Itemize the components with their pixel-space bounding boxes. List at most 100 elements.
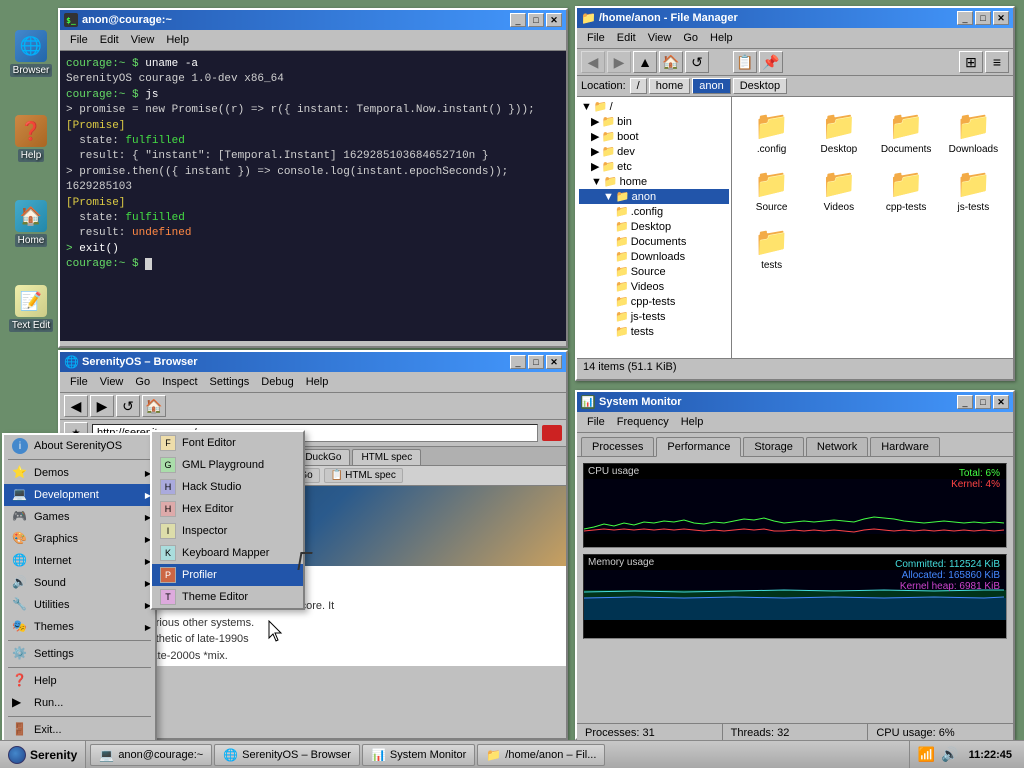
submenu-hack-studio[interactable]: H Hack Studio [152,476,303,498]
submenu-hex-editor[interactable]: H Hex Editor [152,498,303,520]
menu-demos[interactable]: ⭐ Demos [4,462,155,484]
file-icon-js-tests[interactable]: 📁 js-tests [942,163,1005,217]
filemgr-copy-btn[interactable]: 📋 [733,51,757,73]
menu-sound[interactable]: 🔊 Sound [4,572,155,594]
file-icon-documents[interactable]: 📁 Documents [875,105,938,159]
tree-anon[interactable]: ▼📁anon [579,189,729,204]
menu-help[interactable]: ❓ Help [4,670,155,692]
submenu-gml-playground[interactable]: G GML Playground [152,454,303,476]
browser-menu-help[interactable]: Help [300,374,335,390]
filemgr-icons-grid[interactable]: 📁 .config 📁 Desktop 📁 Documents 📁 Downlo… [732,97,1013,358]
taskbar-start-button[interactable]: Serenity [0,741,86,768]
submenu-font-editor[interactable]: F Font Editor [152,432,303,454]
filemgr-forward-btn[interactable]: ▶ [607,51,631,73]
filemgr-titlebar[interactable]: 📁 /home/anon - File Manager _ □ ✕ [577,8,1013,28]
filemgr-menu-edit[interactable]: Edit [611,30,642,46]
sysmon-tab-storage[interactable]: Storage [743,437,804,456]
filemgr-up-btn[interactable]: ▲ [633,51,657,73]
browser-reload-btn[interactable]: ↺ [116,395,140,417]
desktop-icon-textedit[interactable]: 📝 Text Edit [6,285,56,332]
terminal-titlebar[interactable]: $_ anon@courage:~ _ □ ✕ [60,10,566,30]
desktop-icon-help[interactable]: ❓ Help [6,115,56,162]
tree-boot[interactable]: ▶📁boot [579,129,729,144]
terminal-menu-help[interactable]: Help [160,32,195,48]
browser-menu-go[interactable]: Go [129,374,156,390]
browser-close-btn[interactable]: ✕ [546,355,562,369]
tree-videos[interactable]: 📁Videos [579,279,729,294]
browser-home-btn[interactable]: 🏠 [142,395,166,417]
menu-run[interactable]: ▶ Run... [4,692,155,714]
desktop-icon-home[interactable]: 🏠 Home [6,200,56,247]
filemgr-path-anon[interactable]: anon [692,78,730,94]
tray-network-icon[interactable]: 📶 [918,746,935,763]
terminal-maximize-btn[interactable]: □ [528,13,544,27]
file-icon-tests[interactable]: 📁 tests [740,221,803,275]
tree-tests[interactable]: 📁tests [579,324,729,339]
tree-source[interactable]: 📁Source [579,264,729,279]
file-icon-videos[interactable]: 📁 Videos [807,163,870,217]
tree-cpp-tests[interactable]: 📁cpp-tests [579,294,729,309]
terminal-menu-edit[interactable]: Edit [94,32,125,48]
sysmon-minimize-btn[interactable]: _ [957,395,973,409]
submenu-keyboard-mapper[interactable]: K Keyboard Mapper [152,542,303,564]
tree-home[interactable]: ▼📁home [579,174,729,189]
browser-menu-file[interactable]: File [64,374,94,390]
filemgr-home-btn[interactable]: 🏠 [659,51,683,73]
tree-js-tests[interactable]: 📁js-tests [579,309,729,324]
sysmon-maximize-btn[interactable]: □ [975,395,991,409]
menu-about[interactable]: i About SerenityOS [4,435,155,457]
browser-minimize-btn[interactable]: _ [510,355,526,369]
tree-config[interactable]: 📁.config [579,204,729,219]
filemgr-path-home[interactable]: home [649,78,691,94]
filemgr-menu-help[interactable]: Help [704,30,739,46]
browser-menu-view[interactable]: View [94,374,130,390]
menu-exit[interactable]: 🚪 Exit... [4,719,155,741]
file-icon-config[interactable]: 📁 .config [740,105,803,159]
sysmon-menu-help[interactable]: Help [675,414,710,430]
taskbar-item-browser[interactable]: 🌐 SerenityOS – Browser [214,744,360,766]
browser-titlebar[interactable]: 🌐 SerenityOS – Browser _ □ ✕ [60,352,566,372]
tree-desktop-folder[interactable]: 📁Desktop [579,219,729,234]
menu-graphics[interactable]: 🎨 Graphics [4,528,155,550]
menu-internet[interactable]: 🌐 Internet [4,550,155,572]
sysmon-tab-performance[interactable]: Performance [656,437,741,457]
filemgr-menu-go[interactable]: Go [677,30,704,46]
taskbar-item-filemgr[interactable]: 📁 /home/anon – Fil... [477,744,605,766]
file-icon-source[interactable]: 📁 Source [740,163,803,217]
terminal-menu-view[interactable]: View [125,32,161,48]
sysmon-titlebar[interactable]: 📊 System Monitor _ □ ✕ [577,392,1013,412]
filemgr-maximize-btn[interactable]: □ [975,11,991,25]
filemgr-back-btn[interactable]: ◀ [581,51,605,73]
tree-root[interactable]: ▼📁/ [579,99,729,114]
filemgr-close-btn[interactable]: ✕ [993,11,1009,25]
tree-dev[interactable]: ▶📁dev [579,144,729,159]
browser-forward-btn[interactable]: ▶ [90,395,114,417]
submenu-profiler[interactable]: P Profiler [152,564,303,586]
taskbar-item-sysmon[interactable]: 📊 System Monitor [362,744,475,766]
browser-menu-debug[interactable]: Debug [255,374,299,390]
sysmon-tab-network[interactable]: Network [806,437,868,456]
browser-back-btn[interactable]: ◀ [64,395,88,417]
desktop-icon-browser[interactable]: 🌐 Browser [6,30,56,77]
tray-volume-icon[interactable]: 🔊 [941,746,958,763]
sysmon-tab-processes[interactable]: Processes [581,437,654,456]
sysmon-tab-hardware[interactable]: Hardware [870,437,940,456]
filemgr-tree[interactable]: ▼📁/ ▶📁bin ▶📁boot ▶📁dev ▶📁etc ▼📁home ▼📁an… [577,97,732,358]
submenu-theme-editor[interactable]: T Theme Editor [152,586,303,608]
taskbar-item-terminal[interactable]: 💻 anon@courage:~ [90,744,212,766]
menu-games[interactable]: 🎮 Games [4,506,155,528]
terminal-close-btn[interactable]: ✕ [546,13,562,27]
file-icon-cpp-tests[interactable]: 📁 cpp-tests [875,163,938,217]
browser-tab-htmlspec[interactable]: HTML spec [352,449,421,465]
tree-documents[interactable]: 📁Documents [579,234,729,249]
sysmon-close-btn[interactable]: ✕ [993,395,1009,409]
tree-bin[interactable]: ▶📁bin [579,114,729,129]
browser-menu-inspect[interactable]: Inspect [156,374,203,390]
terminal-menu-file[interactable]: File [64,32,94,48]
terminal-minimize-btn[interactable]: _ [510,13,526,27]
filemgr-path-desktop[interactable]: Desktop [733,78,787,94]
terminal-body[interactable]: courage:~ $ uname -a SerenityOS courage … [60,51,566,341]
filemgr-paste-btn[interactable]: 📌 [759,51,783,73]
browser-menu-settings[interactable]: Settings [204,374,256,390]
submenu-inspector[interactable]: I Inspector [152,520,303,542]
